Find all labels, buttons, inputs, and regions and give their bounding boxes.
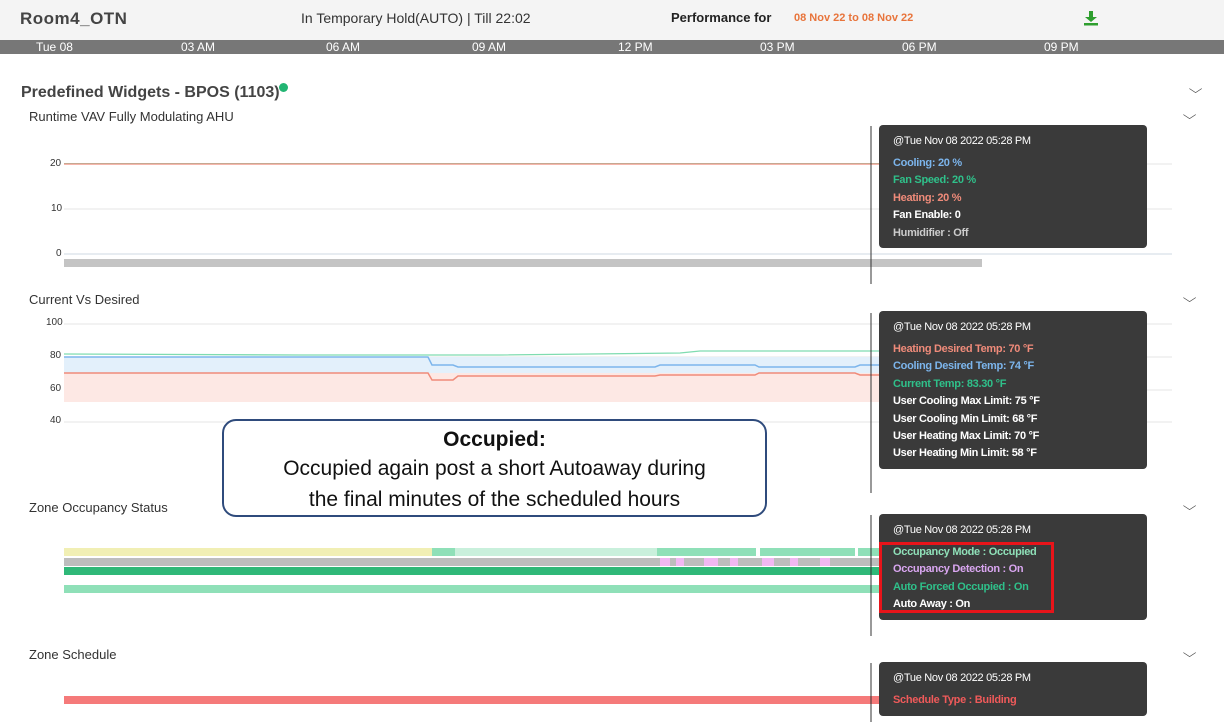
chevron-down-icon[interactable]: ⌵ bbox=[1183, 499, 1197, 514]
section-title-zone-schedule: Zone Schedule bbox=[29, 647, 117, 662]
runtime-tooltip: @Tue Nov 08 2022 05:28 PM Cooling: 20 % … bbox=[879, 125, 1147, 248]
occupancy-detection-segment bbox=[704, 558, 718, 566]
y-tick-label: 20 bbox=[50, 158, 62, 169]
occupancy-detection-segment bbox=[762, 558, 774, 566]
occupancy-detection-segment bbox=[790, 558, 798, 566]
tooltip-timestamp: @Tue Nov 08 2022 05:28 PM bbox=[893, 524, 1031, 536]
schedule-type-bar bbox=[64, 696, 884, 704]
tooltip-line-cooling-desired: Cooling Desired Temp: 74 °F bbox=[893, 360, 1034, 373]
annotation-callout: Occupied: Occupied again post a short Au… bbox=[222, 419, 767, 517]
section-title-runtime: Runtime VAV Fully Modulating AHU bbox=[29, 109, 234, 124]
y-tick-label: 100 bbox=[46, 317, 63, 328]
tooltip-line-heating: Heating: 20 % bbox=[893, 191, 962, 204]
tooltip-line-heating-desired: Heating Desired Temp: 70 °F bbox=[893, 343, 1034, 355]
auto-away-bar bbox=[64, 585, 884, 593]
chevron-down-icon[interactable]: ⌵ bbox=[1183, 108, 1197, 123]
occupancy-mode-bar bbox=[64, 548, 432, 556]
tooltip-line-cooling-max: User Cooling Max Limit: 75 °F bbox=[893, 395, 1040, 408]
occupancy-mode-bar bbox=[432, 548, 455, 556]
chevron-down-icon[interactable]: ⌵ bbox=[1183, 646, 1197, 661]
tooltip-line-fan-enable: Fan Enable: 0 bbox=[893, 209, 961, 222]
occupancy-detection-segment bbox=[676, 558, 684, 566]
tooltip-line-cooling: Cooling: 20 % bbox=[893, 157, 962, 169]
tooltip-line-heating-min: User Heating Min Limit: 58 °F bbox=[893, 447, 1037, 460]
callout-body-line: Occupied again post a short Autoaway dur… bbox=[283, 457, 706, 480]
occupancy-detection-bar bbox=[64, 558, 884, 566]
tooltip-line-schedule-type: Schedule Type : Building bbox=[893, 694, 1017, 706]
y-tick-label: 80 bbox=[50, 350, 62, 361]
occupancy-mode-bar bbox=[760, 548, 855, 556]
auto-forced-occupied-bar bbox=[64, 567, 884, 575]
occupancy-mode-bar bbox=[455, 548, 657, 556]
occupancy-detection-segment bbox=[730, 558, 738, 566]
y-tick-label: 40 bbox=[50, 415, 62, 426]
tooltip-line-fan-speed: Fan Speed: 20 % bbox=[893, 174, 976, 187]
cvd-cooling-band bbox=[64, 357, 884, 373]
tooltip-line-humidifier: Humidifier : Off bbox=[893, 226, 969, 239]
callout-title: Occupied: bbox=[443, 428, 546, 451]
section-title-current-vs-desired: Current Vs Desired bbox=[29, 292, 140, 307]
tooltip-timestamp: @Tue Nov 08 2022 05:28 PM bbox=[893, 321, 1031, 333]
y-tick-label: 10 bbox=[51, 203, 63, 214]
current-vs-desired-tooltip: @Tue Nov 08 2022 05:28 PM Heating Desire… bbox=[879, 311, 1147, 469]
runtime-fan-enable-bar bbox=[64, 259, 982, 267]
chevron-down-icon[interactable]: ⌵ bbox=[1183, 291, 1197, 306]
y-tick-label: 60 bbox=[50, 383, 62, 394]
tooltip-line-cooling-min: User Cooling Min Limit: 68 °F bbox=[893, 412, 1038, 425]
highlight-box bbox=[879, 542, 1054, 613]
tooltip-timestamp: @Tue Nov 08 2022 05:28 PM bbox=[893, 672, 1031, 684]
cvd-series-current-temp bbox=[63, 350, 884, 356]
cvd-heating-band bbox=[64, 373, 884, 402]
occupancy-detection-segment bbox=[660, 558, 670, 566]
zone-schedule-tooltip: @Tue Nov 08 2022 05:28 PM Schedule Type … bbox=[879, 662, 1147, 716]
callout-body: Occupied again post a short Autoaway dur… bbox=[224, 453, 765, 515]
y-tick-label: 0 bbox=[56, 248, 62, 259]
occupancy-mode-bar bbox=[657, 548, 756, 556]
occupancy-detection-segment bbox=[820, 558, 830, 566]
tooltip-timestamp: @Tue Nov 08 2022 05:28 PM bbox=[893, 135, 1031, 147]
section-title-zone-occupancy: Zone Occupancy Status bbox=[29, 500, 168, 515]
callout-body-line: the final minutes of the scheduled hours bbox=[308, 488, 681, 511]
tooltip-line-current-temp: Current Temp: 83.30 °F bbox=[893, 377, 1007, 390]
tooltip-line-heating-max: User Heating Max Limit: 70 °F bbox=[893, 430, 1040, 443]
